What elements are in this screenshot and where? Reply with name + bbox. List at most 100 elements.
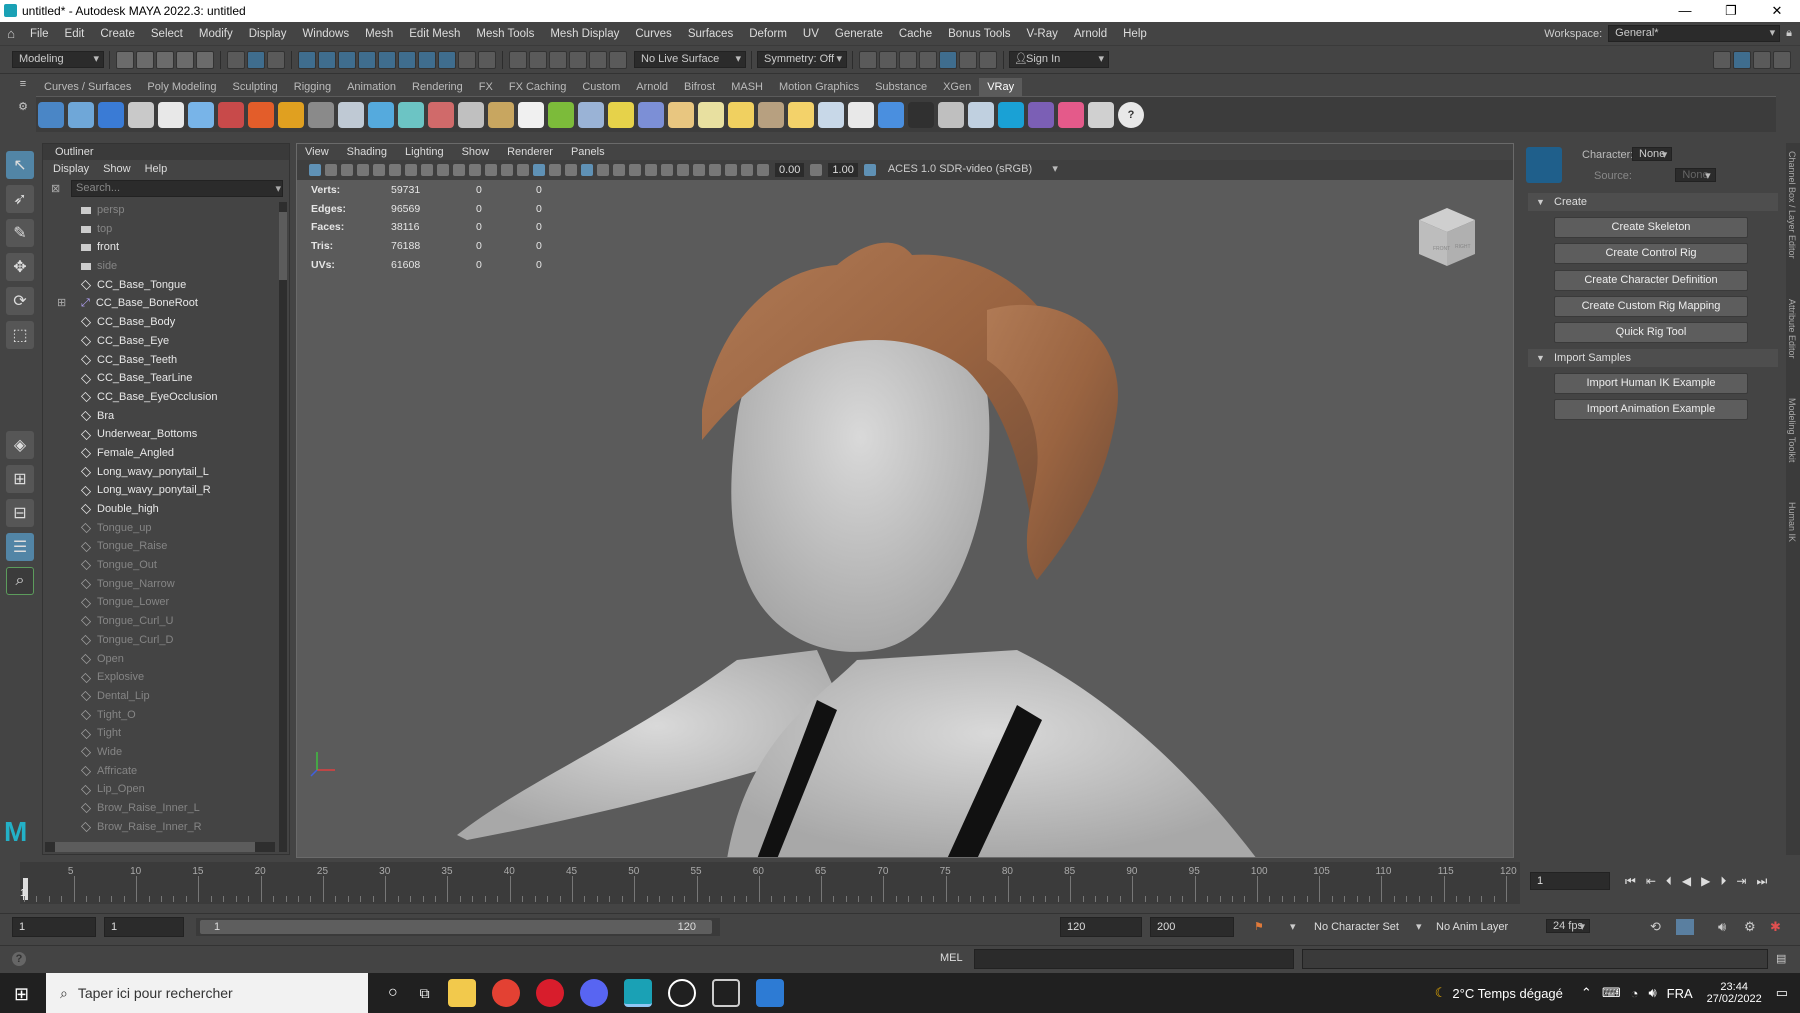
shelf-tool-icon[interactable] — [248, 101, 274, 128]
search-options-icon[interactable]: ▾ — [275, 182, 281, 195]
menu-set-dropdown[interactable]: Modeling — [12, 51, 104, 68]
command-input[interactable] — [974, 949, 1294, 969]
select-hierarchy-icon[interactable] — [227, 50, 245, 69]
outliner-item[interactable]: CC_Base_Body — [43, 313, 289, 332]
viewport-menu-panels[interactable]: Panels — [571, 144, 605, 160]
windows-start-icon[interactable]: ⊞ — [14, 984, 29, 1005]
current-frame-field[interactable]: 1 — [1530, 872, 1610, 890]
cache-playback-icon[interactable] — [1676, 919, 1694, 935]
shelf-tool-icon[interactable] — [758, 101, 784, 128]
side-tab-human-ik[interactable]: Human IK — [1787, 502, 1797, 542]
script-editor-icon[interactable]: ▤ — [1776, 952, 1786, 965]
shelf-tool-icon[interactable] — [98, 101, 124, 128]
scroll-thumb[interactable] — [55, 842, 255, 852]
outliner-item[interactable]: Long_wavy_ponytail_R — [43, 481, 289, 500]
loop-icon[interactable]: ⟲ — [1650, 919, 1661, 935]
side-tab-modeling-toolkit[interactable]: Modeling Toolkit — [1787, 398, 1797, 462]
range-slider[interactable]: 1 120 — [196, 918, 720, 936]
shelf-tool-icon[interactable] — [188, 101, 214, 128]
shelf-tool-icon[interactable] — [518, 101, 544, 128]
menu-item-windows[interactable]: Windows — [294, 22, 357, 46]
time-slider[interactable]: 1 5 10 15 20 25 30 35 40 45 50 55 60 65 70 75 80 85 90 95 1… — [20, 862, 1520, 904]
scroll-thumb[interactable] — [279, 212, 287, 280]
save-scene-icon[interactable] — [156, 50, 174, 69]
viewport-panel[interactable]: View Shading Lighting Show Renderer Panels 0.… — [296, 143, 1514, 858]
shelf-tool-icon[interactable] — [698, 101, 724, 128]
outliner-menu-show[interactable]: Show — [103, 160, 131, 178]
toggle-modeling-toolkit-icon[interactable] — [1713, 50, 1731, 69]
animation-end-field[interactable]: 200 — [1150, 917, 1234, 937]
persp-outliner-layout-icon[interactable]: ⊟ — [6, 499, 34, 527]
grease-pencil-icon[interactable] — [389, 164, 401, 176]
snap-grid-icon[interactable] — [509, 50, 527, 69]
shelf-tab-arnold[interactable]: Arnold — [628, 78, 676, 96]
photos-icon[interactable] — [755, 979, 784, 1007]
character-dropdown[interactable]: None — [1632, 147, 1673, 161]
shelf-tool-icon[interactable] — [368, 101, 394, 128]
anim-layer-label[interactable]: No Anim Layer — [1436, 921, 1508, 933]
outliner-item[interactable]: Female_Angled — [43, 444, 289, 463]
wifi-icon[interactable]: ◔ — [1631, 986, 1639, 1001]
menu-item-modify[interactable]: Modify — [191, 22, 241, 46]
outliner-item[interactable]: Dental_Lip — [43, 687, 289, 706]
outliner-item[interactable]: side — [43, 257, 289, 276]
sign-in-dropdown[interactable]: 👤︎ Sign In — [1009, 51, 1109, 68]
depth-of-field-icon[interactable] — [677, 164, 689, 176]
volume-icon[interactable]: 🔊︎ — [1648, 985, 1656, 1001]
shelf-tool-icon[interactable] — [308, 101, 334, 128]
viewport-menu-shading[interactable]: Shading — [347, 144, 387, 160]
gate-mask-icon[interactable] — [453, 164, 465, 176]
bookmarks-icon[interactable] — [341, 164, 353, 176]
xray-joints-icon[interactable] — [741, 164, 753, 176]
outliner-item[interactable]: Wide — [43, 743, 289, 762]
outliner-item[interactable]: Brow_Raise_Inner_R — [43, 818, 289, 837]
outliner-item[interactable]: CC_Base_TearLine — [43, 369, 289, 388]
shelf-tab-substance[interactable]: Substance — [867, 78, 935, 96]
cortana-icon[interactable]: ○ — [388, 984, 398, 1002]
play-backward-icon[interactable]: ◀ — [1682, 874, 1691, 888]
exposure-field[interactable]: 0.00 — [775, 163, 805, 177]
snap-projected-center-icon[interactable] — [569, 50, 587, 69]
gamma-field[interactable]: 1.00 — [828, 163, 858, 177]
workspace-dropdown[interactable]: General* — [1608, 25, 1781, 42]
outliner-item[interactable]: Double_high — [43, 500, 289, 519]
shelf-settings-icon[interactable]: ⚙ — [14, 100, 32, 113]
mask-deformers-icon[interactable] — [378, 50, 396, 69]
create-character-definition-button[interactable]: Create Character Definition — [1554, 269, 1748, 291]
menu-item-arnold[interactable]: Arnold — [1066, 22, 1115, 46]
menu-item-deform[interactable]: Deform — [741, 22, 795, 46]
filter-icon[interactable]: ⊠ — [51, 182, 60, 195]
exposure-icon[interactable] — [757, 164, 769, 176]
redo-icon[interactable] — [196, 50, 214, 69]
outliner-item[interactable]: Long_wavy_ponytail_L — [43, 463, 289, 482]
step-back-key-icon[interactable]: ⇤ — [1646, 874, 1656, 888]
outliner-item[interactable]: Tongue_up — [43, 519, 289, 538]
mask-curves-icon[interactable] — [338, 50, 356, 69]
scale-tool-icon[interactable]: ⬚ — [6, 321, 34, 349]
outliner-horizontal-scrollbar[interactable] — [45, 842, 275, 852]
undo-icon[interactable] — [176, 50, 194, 69]
render-view-icon[interactable] — [879, 50, 897, 69]
shelf-tool-icon[interactable] — [818, 101, 844, 128]
outliner-item[interactable]: Explosive — [43, 668, 289, 687]
animation-start-field[interactable]: 1 — [12, 917, 96, 937]
shelf-menu-icon[interactable]: ≡ — [14, 78, 32, 90]
outliner-layout-icon[interactable]: ☰ — [6, 533, 34, 561]
character-set-label[interactable]: No Character Set — [1314, 921, 1399, 933]
playback-start-field[interactable]: 1 — [104, 917, 184, 937]
discord-icon[interactable] — [579, 979, 608, 1007]
safe-action-icon[interactable] — [485, 164, 497, 176]
clock[interactable]: 23:44 27/02/2022 — [1707, 981, 1762, 1005]
wireframe-icon[interactable] — [517, 164, 529, 176]
anim-layer-chevron-icon[interactable]: ▾ — [1416, 920, 1422, 933]
camera-attributes-icon[interactable] — [325, 164, 337, 176]
keyboard-icon[interactable]: ⌨ — [1602, 985, 1621, 1001]
viewport-menu-lighting[interactable]: Lighting — [405, 144, 444, 160]
lock-icon[interactable]: 🔒︎ — [1786, 27, 1792, 40]
outliner-menu-help[interactable]: Help — [145, 160, 168, 178]
outliner-search-input[interactable]: Search... — [71, 180, 283, 197]
create-section-header[interactable]: Create — [1528, 193, 1778, 211]
shelf-tab-motion-graphics[interactable]: Motion Graphics — [771, 78, 867, 96]
menu-item-mesh-tools[interactable]: Mesh Tools — [468, 22, 542, 46]
shelf-tab-rigging[interactable]: Rigging — [286, 78, 339, 96]
